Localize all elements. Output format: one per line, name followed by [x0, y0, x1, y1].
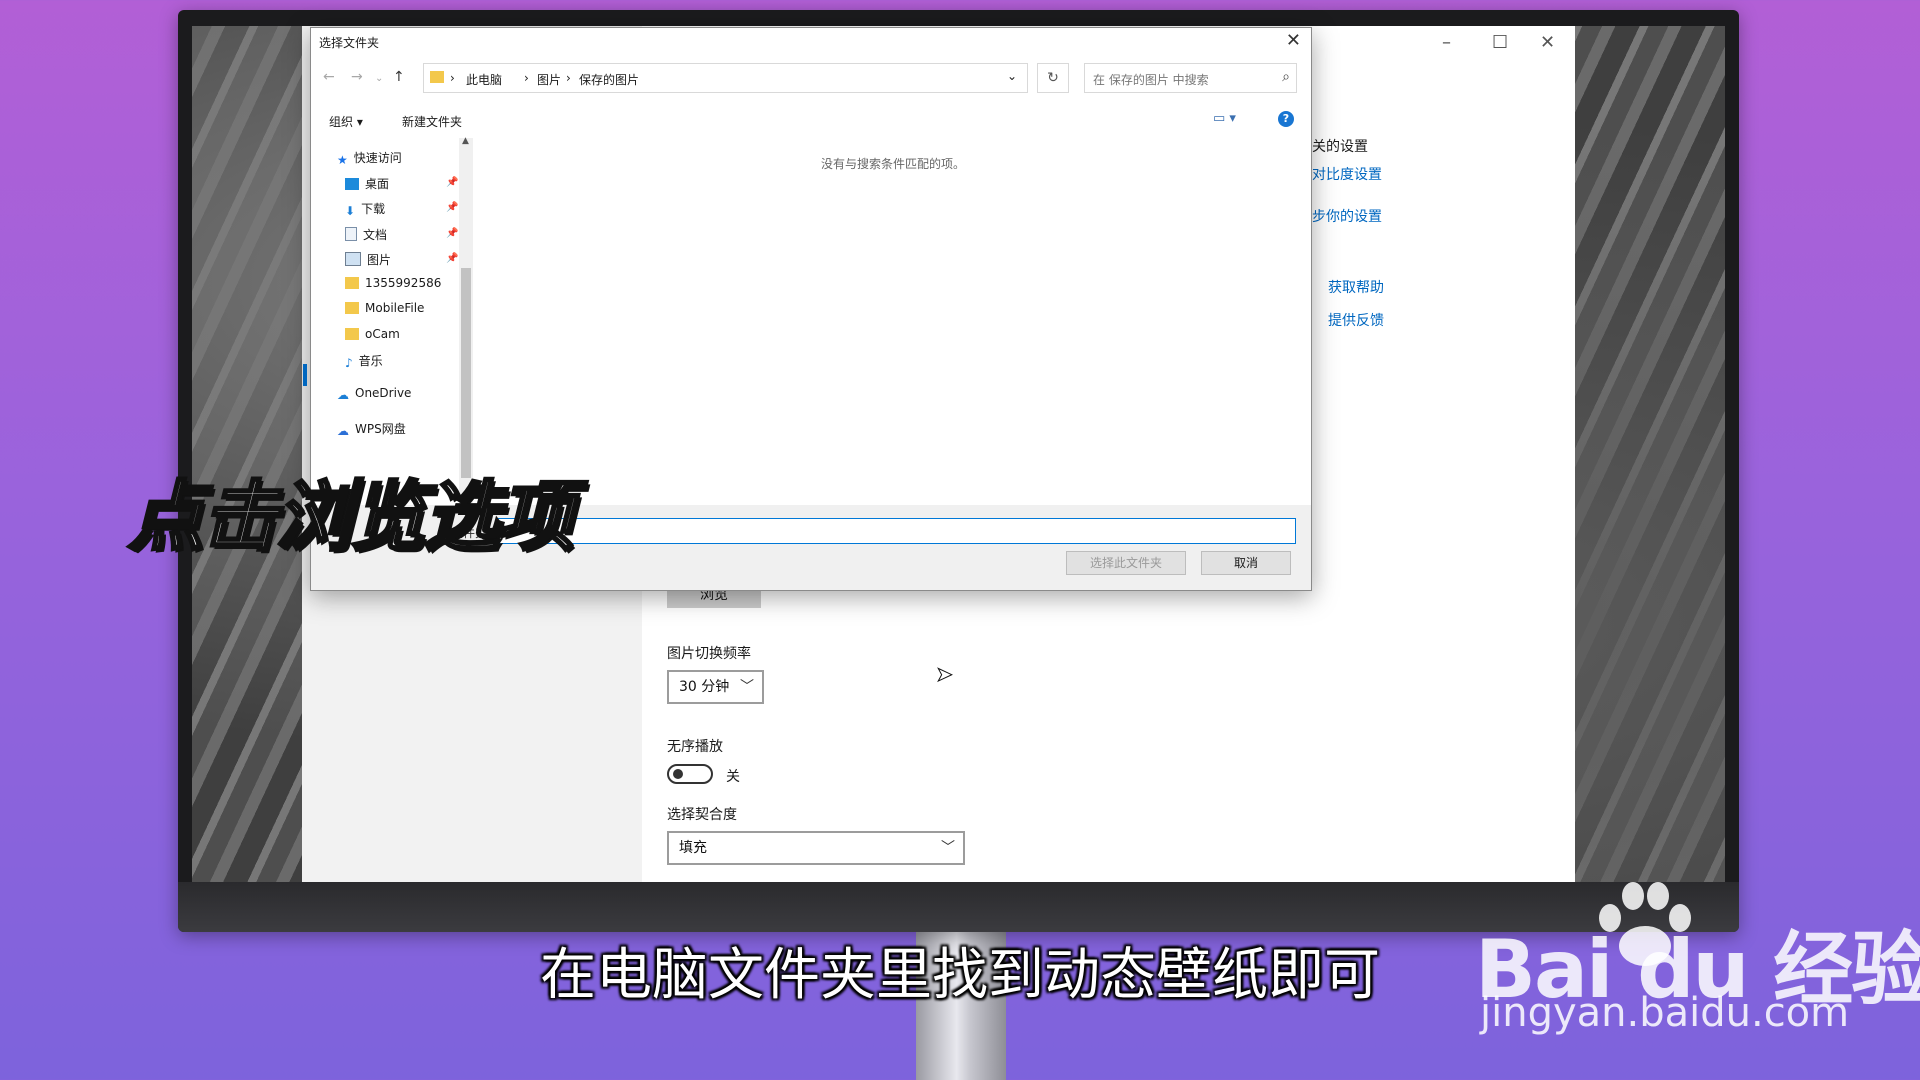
up-arrow-icon[interactable]: ↑: [393, 69, 405, 85]
pictures-icon: [345, 252, 361, 266]
breadcrumb-pictures[interactable]: 图片: [537, 71, 561, 88]
desktop-icon: [345, 178, 359, 190]
folder-icon: [345, 277, 359, 289]
contrast-settings-link[interactable]: 对比度设置: [1312, 164, 1382, 184]
pin-icon: 📌: [446, 228, 459, 239]
document-icon: [345, 227, 357, 241]
cloud-icon: ☁: [337, 388, 349, 402]
music-icon: ♪: [345, 356, 353, 370]
help-icon[interactable]: ?: [1278, 111, 1294, 127]
tree-item-music[interactable]: ♪ 音乐: [345, 352, 383, 370]
view-options-icon[interactable]: ▭ ▾: [1213, 111, 1236, 126]
breadcrumb-this-pc[interactable]: 此电脑: [466, 71, 502, 88]
search-icon: ⌕: [1282, 69, 1290, 85]
tree-item-folder-1355992586[interactable]: 1355992586: [345, 276, 441, 290]
interval-dropdown[interactable]: 30 分钟 ﹀: [667, 670, 764, 704]
pin-icon: 📌: [446, 253, 459, 264]
back-arrow-icon[interactable]: ←: [323, 69, 335, 85]
tree-item-documents[interactable]: 文档: [345, 226, 387, 243]
get-help-link[interactable]: 获取帮助: [1328, 277, 1384, 297]
dialog-title: 选择文件夹: [319, 36, 380, 50]
folder-icon: [345, 328, 359, 340]
interval-label: 图片切换频率: [667, 646, 751, 662]
refresh-icon[interactable]: ↻: [1037, 63, 1069, 93]
tree-item-ocam[interactable]: oCam: [345, 327, 400, 341]
feedback-link[interactable]: 提供反馈: [1328, 310, 1384, 330]
tree-item-desktop[interactable]: 桌面: [345, 175, 389, 192]
navigation-tree: ★ 快速访问 桌面 📌 ⬇ 下载 📌 文档 📌 图片 📌 1355992586 Mo…: [303, 138, 476, 503]
new-folder-button[interactable]: 新建文件夹: [402, 113, 462, 130]
organize-menu[interactable]: 组织 ▾: [329, 113, 363, 130]
interval-value: 30 分钟: [679, 679, 730, 695]
tree-item-onedrive[interactable]: ☁ OneDrive: [337, 386, 411, 402]
empty-results-message: 没有与搜索条件匹配的项。: [821, 157, 966, 171]
tree-item-pictures[interactable]: 图片: [345, 251, 391, 268]
chevron-down-icon: ﹀: [740, 679, 754, 695]
address-dropdown-icon[interactable]: ⌄: [1007, 69, 1017, 83]
scrollbar-thumb[interactable]: [461, 268, 471, 478]
chevron-down-icon: ﹀: [941, 840, 955, 856]
address-bar[interactable]: › 此电脑 › 图片 › 保存的图片 ⌄: [423, 63, 1028, 93]
search-input[interactable]: 在 保存的图片 中搜索 ⌕: [1084, 63, 1297, 93]
tree-item-wps-cloud[interactable]: ☁ WPS网盘: [337, 420, 406, 438]
fit-label: 选择契合度: [667, 807, 737, 823]
download-icon: ⬇: [345, 204, 356, 218]
cloud-icon: ☁: [337, 424, 349, 438]
related-settings-heading: 关的设置: [1312, 139, 1368, 155]
tree-item-mobilefile[interactable]: MobileFile: [345, 301, 424, 315]
shuffle-label: 无序播放: [667, 739, 723, 755]
search-placeholder: 在 保存的图片 中搜索: [1093, 73, 1209, 87]
folder-icon: [345, 302, 359, 314]
tree-item-quick-access[interactable]: ★ 快速访问: [337, 149, 402, 167]
star-icon: ★: [337, 153, 348, 167]
scroll-up-icon[interactable]: ▲: [462, 136, 469, 146]
cancel-button[interactable]: 取消: [1201, 551, 1291, 575]
folder-icon: [430, 71, 444, 83]
selection-indicator: [303, 364, 307, 386]
fit-dropdown[interactable]: 填充 ﹀: [667, 831, 965, 865]
fit-value: 填充: [679, 840, 707, 856]
mouse-cursor-icon: ➤: [936, 662, 954, 687]
select-folder-button[interactable]: 选择此文件夹: [1066, 551, 1186, 575]
folder-name-input[interactable]: [496, 518, 1296, 544]
overlay-title: 点击浏览选项: [127, 471, 576, 563]
forward-arrow-icon[interactable]: →: [351, 69, 363, 85]
maximize-icon[interactable]: ☐: [1492, 32, 1508, 53]
close-icon[interactable]: ✕: [1540, 32, 1555, 53]
pin-icon: 📌: [446, 177, 459, 188]
minimize-icon[interactable]: –: [1442, 32, 1451, 53]
dialog-close-icon[interactable]: ✕: [1286, 30, 1301, 51]
shuffle-toggle[interactable]: [667, 764, 713, 784]
watermark-url: jingyan.baidu.com: [1480, 990, 1850, 1036]
tree-item-downloads[interactable]: ⬇ 下载: [345, 200, 385, 218]
pin-icon: 📌: [446, 202, 459, 213]
recent-chevron-icon[interactable]: ⌄: [375, 73, 383, 84]
tree-scrollbar[interactable]: ▲: [459, 136, 473, 503]
shuffle-state: 关: [726, 769, 740, 785]
breadcrumb-saved-pictures[interactable]: 保存的图片: [579, 71, 639, 88]
sync-settings-link[interactable]: 步你的设置: [1312, 206, 1382, 226]
